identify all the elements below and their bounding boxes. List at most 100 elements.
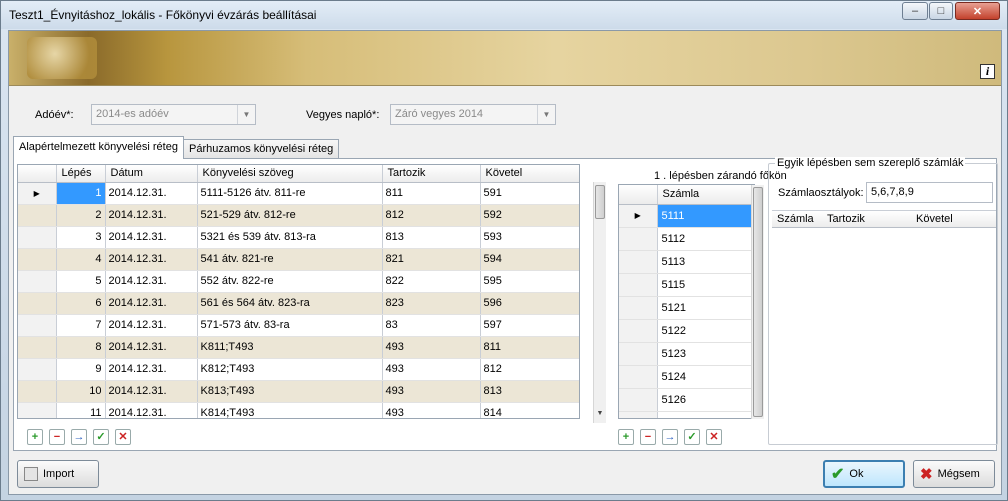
cell-szamla[interactable]: 5128	[657, 411, 754, 418]
cell-szamla[interactable]: 5123	[657, 342, 754, 366]
cell-szoveg[interactable]: 5111-5126 átv. 811-re	[197, 182, 383, 205]
cell-tartozik[interactable]: 823	[382, 292, 481, 315]
remove-row-icon[interactable]: −	[49, 429, 65, 445]
row-indicator[interactable]	[18, 292, 57, 315]
row-indicator[interactable]	[18, 380, 57, 403]
cell-szamla[interactable]: 5113	[657, 250, 754, 274]
row-indicator[interactable]	[18, 226, 57, 249]
info-icon[interactable]: i	[980, 64, 995, 79]
cell-kovetel[interactable]: 594	[480, 248, 579, 271]
cell-lepes[interactable]: 3	[56, 226, 106, 249]
cell-datum[interactable]: 2014.12.31.	[105, 336, 198, 359]
table-row[interactable]: 8 2014.12.31. K811;T493 493 811	[18, 336, 579, 359]
scroll-thumb[interactable]	[753, 187, 763, 417]
row-indicator[interactable]	[18, 314, 57, 337]
cell-datum[interactable]: 2014.12.31.	[105, 182, 198, 205]
col-header-lepes[interactable]: Lépés	[56, 165, 106, 183]
table-row[interactable]: 9 2014.12.31. K812;T493 493 812	[18, 358, 579, 381]
cell-szoveg[interactable]: 552 átv. 822-re	[197, 270, 383, 293]
table-row[interactable]: 4 2014.12.31. 541 átv. 821-re 821 594	[18, 248, 579, 271]
cell-szoveg[interactable]: K812;T493	[197, 358, 383, 381]
cell-szoveg[interactable]: 521-529 átv. 812-re	[197, 204, 383, 227]
move-next-icon[interactable]: →	[662, 429, 678, 445]
cell-szoveg[interactable]: 571-573 átv. 83-ra	[197, 314, 383, 337]
cell-tartozik[interactable]: 811	[382, 182, 481, 205]
cell-kovetel[interactable]: 592	[480, 204, 579, 227]
adoev-select[interactable]: 2014-es adóév ▼	[91, 104, 256, 125]
row-indicator[interactable]	[619, 250, 658, 274]
ok-button[interactable]: ✔ Ok	[823, 460, 905, 488]
accounts-grid[interactable]: Számla ▶ 5111 5112 5113 5115 5121 5122 5123 5124…	[618, 184, 755, 419]
cell-kovetel[interactable]: 596	[480, 292, 579, 315]
delete-icon[interactable]: ✕	[706, 429, 722, 445]
add-row-icon[interactable]: +	[27, 429, 43, 445]
table-row[interactable]: 5 2014.12.31. 552 átv. 822-re 822 595	[18, 270, 579, 293]
cell-kovetel[interactable]: 593	[480, 226, 579, 249]
cell-szoveg[interactable]: 541 átv. 821-re	[197, 248, 383, 271]
cell-kovetel[interactable]: 597	[480, 314, 579, 337]
row-indicator[interactable]	[18, 358, 57, 381]
add-row-icon[interactable]: +	[618, 429, 634, 445]
cell-tartozik[interactable]: 493	[382, 380, 481, 403]
cell-tartozik[interactable]: 813	[382, 226, 481, 249]
col-header-szamla[interactable]: Számla	[657, 185, 754, 205]
table-row[interactable]: 5123	[619, 342, 754, 366]
table-row[interactable]: 5128	[619, 411, 754, 418]
table-row[interactable]: 10 2014.12.31. K813;T493 493 813	[18, 380, 579, 403]
row-indicator[interactable]	[619, 388, 658, 412]
cell-kovetel[interactable]: 814	[480, 402, 579, 418]
cell-lepes[interactable]: 9	[56, 358, 106, 381]
cell-lepes[interactable]: 4	[56, 248, 106, 271]
cell-tartozik[interactable]: 821	[382, 248, 481, 271]
table-row[interactable]: 5115	[619, 273, 754, 297]
cell-szoveg[interactable]: 561 és 564 átv. 823-ra	[197, 292, 383, 315]
table-row[interactable]: 5121	[619, 296, 754, 320]
cell-tartozik[interactable]: 812	[382, 204, 481, 227]
row-indicator[interactable]	[619, 227, 658, 251]
cell-datum[interactable]: 2014.12.31.	[105, 226, 198, 249]
cell-tartozik[interactable]: 493	[382, 358, 481, 381]
vegyes-naplo-select[interactable]: Záró vegyes 2014 ▼	[390, 104, 556, 125]
cell-szamla[interactable]: 5121	[657, 296, 754, 320]
confirm-row-icon[interactable]: ✓	[93, 429, 109, 445]
cell-lepes[interactable]: 10	[56, 380, 106, 403]
cell-datum[interactable]: 2014.12.31.	[105, 248, 198, 271]
cell-lepes[interactable]: 8	[56, 336, 106, 359]
cell-szamla[interactable]: 5126	[657, 388, 754, 412]
table-row[interactable]: 7 2014.12.31. 571-573 átv. 83-ra 83 597	[18, 314, 579, 337]
cell-szamla[interactable]: 5112	[657, 227, 754, 251]
cell-kovetel[interactable]: 811	[480, 336, 579, 359]
cell-szoveg[interactable]: K814;T493	[197, 402, 383, 418]
cell-datum[interactable]: 2014.12.31.	[105, 292, 198, 315]
row-indicator[interactable]	[619, 365, 658, 389]
steps-grid[interactable]: Lépés Dátum Könyvelési szöveg Tartozik K…	[17, 164, 580, 419]
cell-lepes[interactable]: 1	[56, 182, 106, 205]
cell-lepes[interactable]: 7	[56, 314, 106, 337]
col-header-kovetel[interactable]: Követel	[480, 165, 579, 183]
cell-datum[interactable]: 2014.12.31.	[105, 314, 198, 337]
cell-tartozik[interactable]: 493	[382, 336, 481, 359]
cell-tartozik[interactable]: 493	[382, 402, 481, 418]
cell-kovetel[interactable]: 813	[480, 380, 579, 403]
szamlaosztalyok-input[interactable]: 5,6,7,8,9	[866, 182, 993, 203]
cell-datum[interactable]: 2014.12.31.	[105, 204, 198, 227]
maximize-button[interactable]: □	[929, 2, 953, 20]
cell-kovetel[interactable]: 591	[480, 182, 579, 205]
scroll-thumb[interactable]	[595, 185, 605, 219]
table-row[interactable]: 5124	[619, 365, 754, 389]
remove-row-icon[interactable]: −	[640, 429, 656, 445]
row-indicator[interactable]: ▶	[18, 182, 57, 205]
table-row[interactable]: 3 2014.12.31. 5321 és 539 átv. 813-ra 813 59…	[18, 226, 579, 249]
cell-szamla[interactable]: 5115	[657, 273, 754, 297]
col-header-szoveg[interactable]: Könyvelési szöveg	[197, 165, 383, 183]
row-indicator[interactable]	[18, 248, 57, 271]
cell-szoveg[interactable]: K811;T493	[197, 336, 383, 359]
cell-datum[interactable]: 2014.12.31.	[105, 402, 198, 418]
cell-kovetel[interactable]: 812	[480, 358, 579, 381]
table-row[interactable]: 5112	[619, 227, 754, 251]
cell-szoveg[interactable]: 5321 és 539 átv. 813-ra	[197, 226, 383, 249]
row-indicator[interactable]	[18, 336, 57, 359]
row-indicator[interactable]	[619, 296, 658, 320]
table-row[interactable]: ▶ 1 2014.12.31. 5111-5126 átv. 811-re 811 591	[18, 182, 579, 205]
col-header-szamla[interactable]: Számla	[772, 211, 822, 228]
